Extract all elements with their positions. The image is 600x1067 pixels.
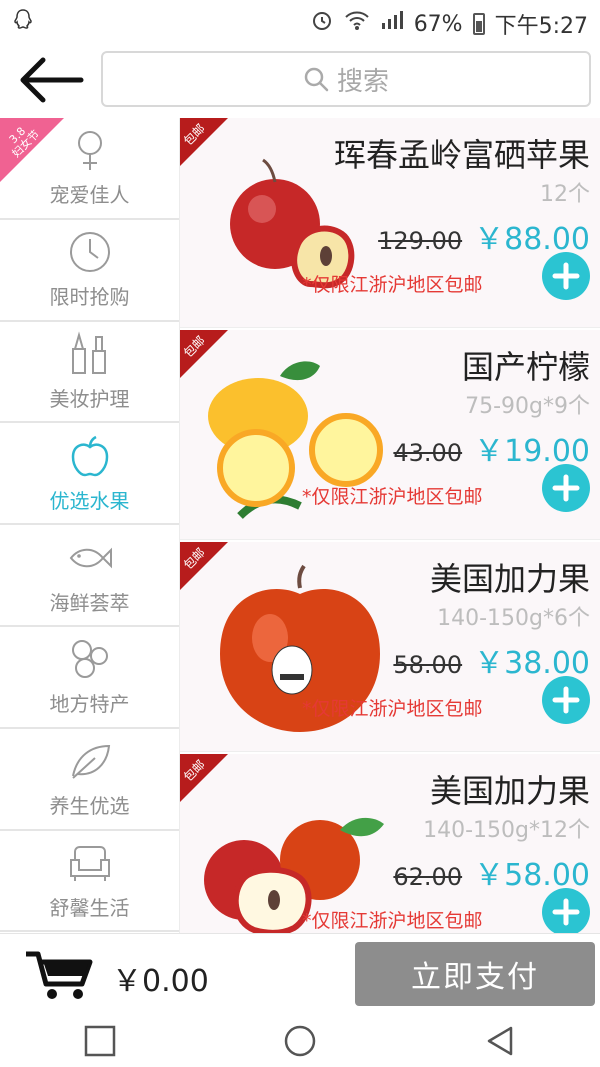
battery-icon xyxy=(472,13,485,35)
back-nav-icon[interactable] xyxy=(483,1024,517,1058)
wifi-icon xyxy=(344,9,370,39)
add-to-cart-button[interactable] xyxy=(542,888,590,933)
sale-price: ￥58.00 xyxy=(474,858,590,893)
battery-percent: 67% xyxy=(413,11,463,37)
product-name: 美国加力果 xyxy=(429,560,590,598)
shipping-note: *仅限江浙沪地区包邮 xyxy=(302,698,483,720)
sidebar-item-beauty[interactable]: 美妆护理 xyxy=(0,322,179,424)
sidebar-item-specialty[interactable]: 地方特产 xyxy=(0,627,179,729)
cosmetics-icon xyxy=(71,331,106,374)
sale-price: ￥38.00 xyxy=(474,646,590,681)
sidebar-item-label: 地方特产 xyxy=(49,692,130,717)
add-to-cart-button[interactable] xyxy=(542,676,590,724)
arrow-left-icon xyxy=(20,57,84,103)
sidebar-item-health[interactable]: 养生优选 xyxy=(0,729,179,831)
sidebar-item-label: 美妆护理 xyxy=(49,386,130,411)
recent-apps-icon[interactable] xyxy=(83,1024,117,1058)
original-price: 129.00 xyxy=(378,227,463,255)
specialty-icon xyxy=(71,640,108,679)
search-icon xyxy=(304,67,329,92)
sidebar-item-flash-sale[interactable]: 限时抢购 xyxy=(0,220,179,322)
sidebar-item-label: 舒馨生活 xyxy=(49,895,130,920)
product-card[interactable]: 包邮 国产柠檬 75-90g*9个 43.00 ￥19.00 *仅限江浙沪地区包… xyxy=(180,330,600,540)
product-name: 珲春孟岭富硒苹果 xyxy=(333,136,590,174)
sidebar-item-living[interactable]: 舒馨生活 xyxy=(0,831,179,933)
plus-icon xyxy=(552,474,580,502)
free-shipping-badge: 包邮 xyxy=(180,754,228,802)
checkout-bar: ￥0.00 立即支付 xyxy=(0,933,600,1015)
product-spec: 140-150g*12个 xyxy=(423,818,590,843)
product-card[interactable]: 包邮 美国加力果 140-150g*12个 62.00 ￥58.00 *仅限江浙… xyxy=(180,754,600,933)
product-spec: 12个 xyxy=(540,182,590,207)
plus-icon xyxy=(552,898,580,926)
plus-icon xyxy=(552,262,580,290)
original-price: 43.00 xyxy=(393,439,463,467)
search-input[interactable]: 搜索 xyxy=(101,51,591,107)
sidebar-item-label: 限时抢购 xyxy=(49,285,130,310)
sidebar-item-label: 优选水果 xyxy=(49,488,130,513)
apple-icon xyxy=(71,435,108,477)
fish-icon xyxy=(69,547,112,568)
add-to-cart-button[interactable] xyxy=(542,252,590,300)
product-spec: 75-90g*9个 xyxy=(465,394,590,419)
shipping-note: *仅限江浙沪地区包邮 xyxy=(302,274,483,296)
product-spec: 140-150g*6个 xyxy=(437,606,590,631)
clock-icon xyxy=(69,232,110,273)
sidebar-item-label: 宠爱佳人 xyxy=(49,183,130,208)
original-price: 62.00 xyxy=(393,863,463,891)
signal-icon xyxy=(380,9,404,39)
product-card[interactable]: 包邮 美国加力果 140-150g*6个 58.00 ￥38.00 *仅限江浙沪… xyxy=(180,542,600,752)
category-sidebar: 3.8 妇女节 宠爱佳人 限时抢购 美妆护理 优选水果 海鲜荟萃 地方特产 养生… xyxy=(0,118,180,933)
leaf-icon xyxy=(71,745,110,779)
status-bar: 67% 下午5:27 xyxy=(0,0,600,44)
system-nav-bar xyxy=(0,1015,600,1067)
shopping-cart-icon[interactable] xyxy=(24,948,94,1002)
home-icon[interactable] xyxy=(283,1024,317,1058)
product-name: 国产柠檬 xyxy=(461,348,590,386)
search-placeholder: 搜索 xyxy=(336,66,389,97)
shipping-note: *仅限江浙沪地区包邮 xyxy=(302,910,483,932)
cart-total: ￥0.00 xyxy=(112,964,209,999)
free-shipping-badge: 包邮 xyxy=(180,542,228,590)
clock-time: 下午5:27 xyxy=(494,14,588,39)
sidebar-item-label: 养生优选 xyxy=(49,794,130,819)
qq-icon xyxy=(12,8,34,38)
sofa-icon xyxy=(69,845,110,881)
pay-now-button[interactable]: 立即支付 xyxy=(355,942,595,1006)
free-shipping-badge: 包邮 xyxy=(180,330,228,378)
sidebar-item-fruits[interactable]: 优选水果 xyxy=(0,423,179,526)
womens-day-ribbon: 3.8 妇女节 xyxy=(0,118,64,182)
sidebar-item-seafood[interactable]: 海鲜荟萃 xyxy=(0,525,179,627)
product-list: 包邮 珲春孟岭富硒苹果 12个 129.00 ￥88.00 *仅限江浙沪地区包邮… xyxy=(180,118,600,933)
female-icon xyxy=(77,131,102,171)
alarm-icon xyxy=(310,8,334,40)
sidebar-item-women[interactable]: 3.8 妇女节 宠爱佳人 xyxy=(0,118,179,220)
sidebar-item-label: 海鲜荟萃 xyxy=(49,590,130,615)
free-shipping-badge: 包邮 xyxy=(180,118,228,166)
sale-price: ￥19.00 xyxy=(474,434,590,469)
original-price: 58.00 xyxy=(393,651,463,679)
add-to-cart-button[interactable] xyxy=(542,464,590,512)
product-name: 美国加力果 xyxy=(429,772,590,810)
plus-icon xyxy=(552,686,580,714)
back-button[interactable] xyxy=(12,52,88,108)
product-card[interactable]: 包邮 珲春孟岭富硒苹果 12个 129.00 ￥88.00 *仅限江浙沪地区包邮 xyxy=(180,118,600,328)
sale-price: ￥88.00 xyxy=(474,222,590,257)
header: 搜索 xyxy=(0,44,600,118)
shipping-note: *仅限江浙沪地区包邮 xyxy=(302,486,483,508)
